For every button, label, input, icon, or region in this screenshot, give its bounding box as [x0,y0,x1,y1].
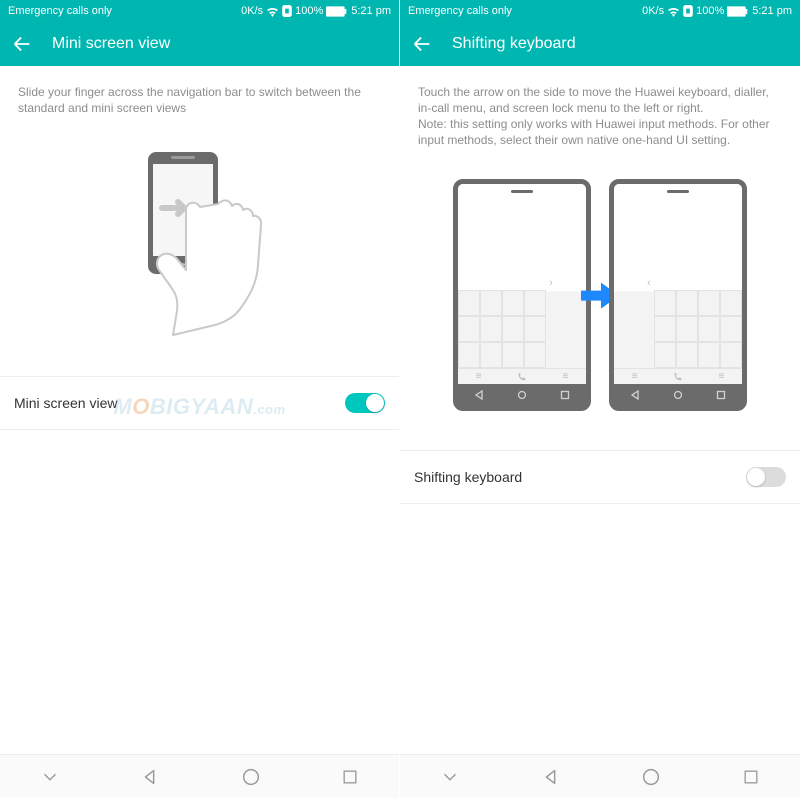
mock-phone-right: ‹ ≡ ≡ [609,179,747,411]
nav-back-button[interactable] [139,766,161,788]
nav-home-button[interactable] [640,766,662,788]
nav-recents-button[interactable] [741,767,761,787]
keyboard-move-handle-icon: ‹ [644,272,654,294]
phone-icon [673,372,683,382]
status-right: 0K/s 100% 5:21 pm [241,5,391,17]
mini-screen-label: Mini screen view [14,395,117,411]
page-title: Shifting keyboard [452,35,576,53]
nav-collapse-button[interactable] [39,766,61,788]
back-button[interactable] [410,32,434,56]
status-time: 5:21 pm [351,5,391,17]
back-button[interactable] [10,32,34,56]
back-arrow-icon [411,33,433,55]
sim-icon [683,5,693,17]
battery-icon [326,6,348,17]
circle-home-icon [640,766,662,788]
nav-home-button[interactable] [240,766,262,788]
menu-icon: ≡ [562,371,568,382]
circle-home-icon [240,766,262,788]
toggle-knob [366,394,384,412]
shifting-keyboard-toggle[interactable] [746,467,786,487]
status-battery-pct: 100% [295,5,323,17]
keyboard-move-handle-icon: › [546,272,556,294]
system-nav-bar [400,754,800,798]
screen-mini-view: Emergency calls only 0K/s 100% 5:21 pm M… [0,0,400,798]
mock-phone-left: › ≡ ≡ [453,179,591,411]
help-text: Slide your finger across the navigation … [18,84,381,116]
nav-recents-button[interactable] [340,767,360,787]
shifting-keyboard-setting-row: Shifting keyboard [400,450,800,504]
shifting-keyboard-label: Shifting keyboard [414,469,522,485]
status-right: 0K/s 100% 5:21 pm [642,5,792,17]
nav-back-button[interactable] [540,766,562,788]
back-arrow-icon [11,33,33,55]
screen-shifting-keyboard: Emergency calls only 0K/s 100% 5:21 pm S… [400,0,800,798]
status-speed: 0K/s [241,5,263,17]
app-bar: Mini screen view [0,22,399,66]
toggle-knob [747,468,765,486]
status-bar: Emergency calls only 0K/s 100% 5:21 pm [400,0,800,22]
triangle-back-icon [139,766,161,788]
content-area: Slide your finger across the navigation … [0,66,399,754]
battery-icon [727,6,749,17]
status-carrier: Emergency calls only [8,5,112,17]
status-carrier: Emergency calls only [408,5,512,17]
wifi-icon [667,6,680,17]
app-bar: Shifting keyboard [400,22,800,66]
chevron-down-icon [439,766,461,788]
status-battery-pct: 100% [696,5,724,17]
status-speed: 0K/s [642,5,664,17]
menu-icon: ≡ [476,371,482,382]
status-time: 5:21 pm [752,5,792,17]
menu-icon: ≡ [718,371,724,382]
square-recents-icon [340,767,360,787]
chevron-down-icon [39,766,61,788]
sim-icon [282,5,292,17]
shifting-keyboard-illustration: › ≡ ≡ [418,164,782,426]
content-area: Touch the arrow on the side to move the … [400,66,800,754]
mini-screen-illustration [18,136,381,346]
help-text: Touch the arrow on the side to move the … [418,84,782,148]
status-bar: Emergency calls only 0K/s 100% 5:21 pm [0,0,399,22]
page-title: Mini screen view [52,35,170,53]
menu-icon: ≡ [632,371,638,382]
mini-screen-setting-row: Mini screen view [0,376,399,430]
system-nav-bar [0,754,399,798]
nav-collapse-button[interactable] [439,766,461,788]
wifi-icon [266,6,279,17]
mini-screen-toggle[interactable] [345,393,385,413]
phone-icon [517,372,527,382]
triangle-back-icon [540,766,562,788]
square-recents-icon [741,767,761,787]
